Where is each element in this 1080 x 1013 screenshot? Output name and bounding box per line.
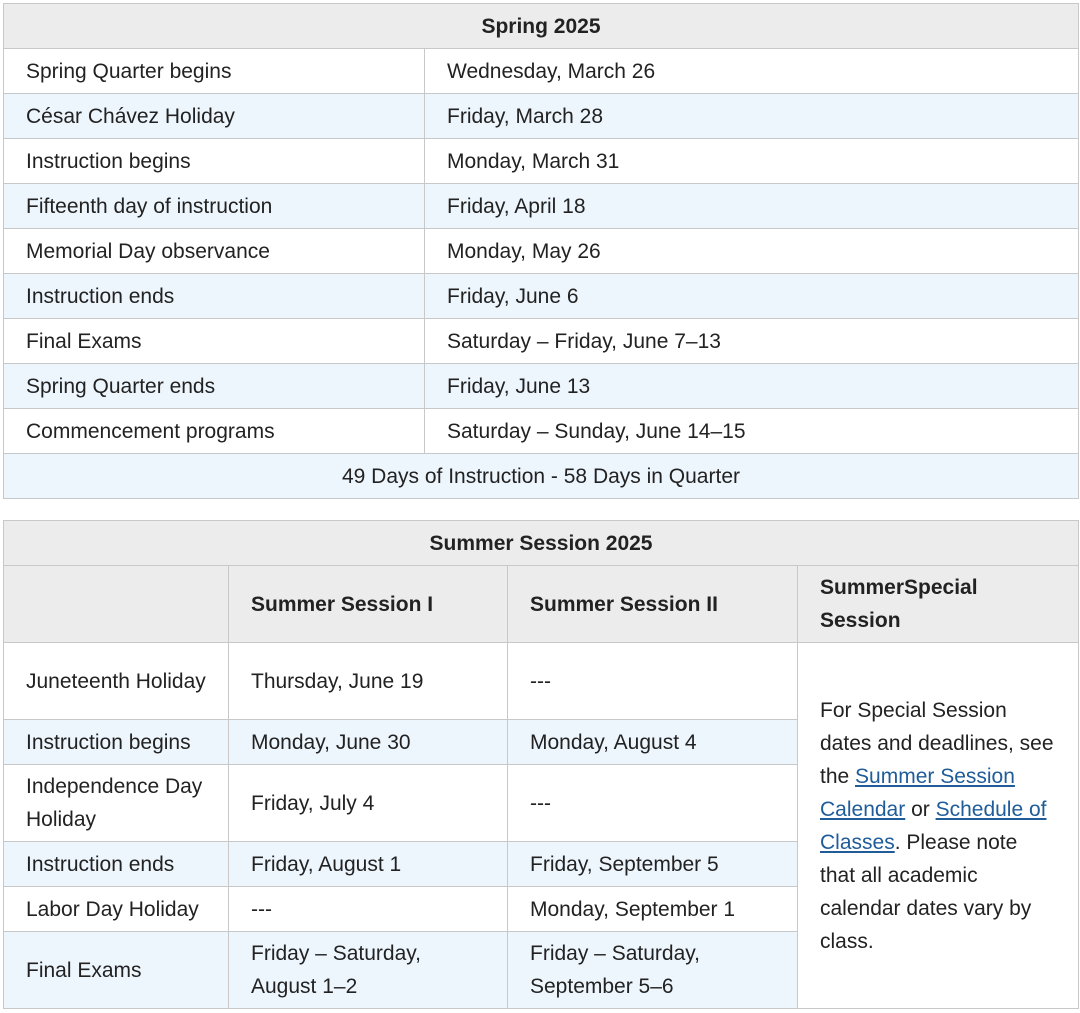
- spring-summary: 49 Days of Instruction - 58 Days in Quar…: [3, 453, 1079, 499]
- column-header-session-2: Summer Session II: [507, 565, 798, 643]
- table-row: Commencement programs Saturday – Sunday,…: [3, 408, 1079, 454]
- event-cell: Fifteenth day of instruction: [3, 183, 425, 229]
- session-2-date: ---: [507, 642, 798, 720]
- special-note-text: or: [905, 797, 936, 821]
- session-1-date: Friday – Saturday, August 1–2: [228, 931, 508, 1009]
- date-cell: Friday, March 28: [424, 93, 1079, 139]
- event-cell: Final Exams: [3, 318, 425, 364]
- date-cell: Friday, April 18: [424, 183, 1079, 229]
- table-row: Juneteenth Holiday Thursday, June 19 ---…: [3, 642, 1080, 1009]
- event-cell: César Chávez Holiday: [3, 93, 425, 139]
- event-cell: Instruction ends: [3, 841, 229, 887]
- session-2-date: Friday – Saturday, September 5–6: [507, 931, 798, 1009]
- event-cell: Instruction begins: [3, 138, 425, 184]
- date-cell: Saturday – Sunday, June 14–15: [424, 408, 1079, 454]
- table-row: Memorial Day observance Monday, May 26: [3, 228, 1079, 274]
- date-cell: Monday, May 26: [424, 228, 1079, 274]
- session-1-date: Friday, July 4: [228, 764, 508, 842]
- table-row: César Chávez Holiday Friday, March 28: [3, 93, 1079, 139]
- session-2-date: Monday, September 1: [507, 886, 798, 932]
- date-cell: Saturday – Friday, June 7–13: [424, 318, 1079, 364]
- event-cell: Juneteenth Holiday: [3, 642, 229, 720]
- column-header-session-1: Summer Session I: [228, 565, 508, 643]
- spring-calendar-table: Spring 2025 Spring Quarter begins Wednes…: [3, 3, 1079, 499]
- event-cell: Memorial Day observance: [3, 228, 425, 274]
- event-cell: Instruction begins: [3, 719, 229, 765]
- event-cell: Labor Day Holiday: [3, 886, 229, 932]
- date-cell: Wednesday, March 26: [424, 48, 1079, 94]
- session-2-date: ---: [507, 764, 798, 842]
- spring-table-title: Spring 2025: [3, 3, 1079, 49]
- table-row: Final Exams Saturday – Friday, June 7–13: [3, 318, 1079, 364]
- date-cell: Friday, June 13: [424, 363, 1079, 409]
- table-row: Instruction ends Friday, June 6: [3, 273, 1079, 319]
- column-header-special-session: SummerSpecial Session: [796, 565, 1080, 643]
- session-1-date: Monday, June 30: [228, 719, 508, 765]
- column-header-row: Summer Session I Summer Session II Summe…: [3, 565, 1080, 643]
- event-cell: Commencement programs: [3, 408, 425, 454]
- event-cell: Final Exams: [3, 931, 229, 1009]
- event-cell: Independence Day Holiday: [3, 764, 229, 842]
- summer-table-title: Summer Session 2025: [2, 520, 1080, 566]
- table-row: Spring Quarter ends Friday, June 13: [3, 363, 1079, 409]
- summer-calendar-table: Summer Session 2025 Summer Session I Sum…: [2, 520, 1080, 1009]
- table-row: Instruction begins Monday, March 31: [3, 138, 1079, 184]
- session-1-date: Friday, August 1: [228, 841, 508, 887]
- session-1-date: Thursday, June 19: [228, 642, 508, 720]
- event-cell: Spring Quarter ends: [3, 363, 425, 409]
- session-2-date: Friday, September 5: [507, 841, 798, 887]
- table-row: Fifteenth day of instruction Friday, Apr…: [3, 183, 1079, 229]
- event-cell: Instruction ends: [3, 273, 425, 319]
- date-cell: Monday, March 31: [424, 138, 1079, 184]
- session-2-date: Monday, August 4: [507, 719, 798, 765]
- table-row: Spring Quarter begins Wednesday, March 2…: [3, 48, 1079, 94]
- event-cell: Spring Quarter begins: [3, 48, 425, 94]
- column-header-blank: [3, 565, 229, 643]
- date-cell: Friday, June 6: [424, 273, 1079, 319]
- special-session-note: For Special Session dates and deadlines,…: [796, 642, 1080, 1009]
- session-1-date: ---: [228, 886, 508, 932]
